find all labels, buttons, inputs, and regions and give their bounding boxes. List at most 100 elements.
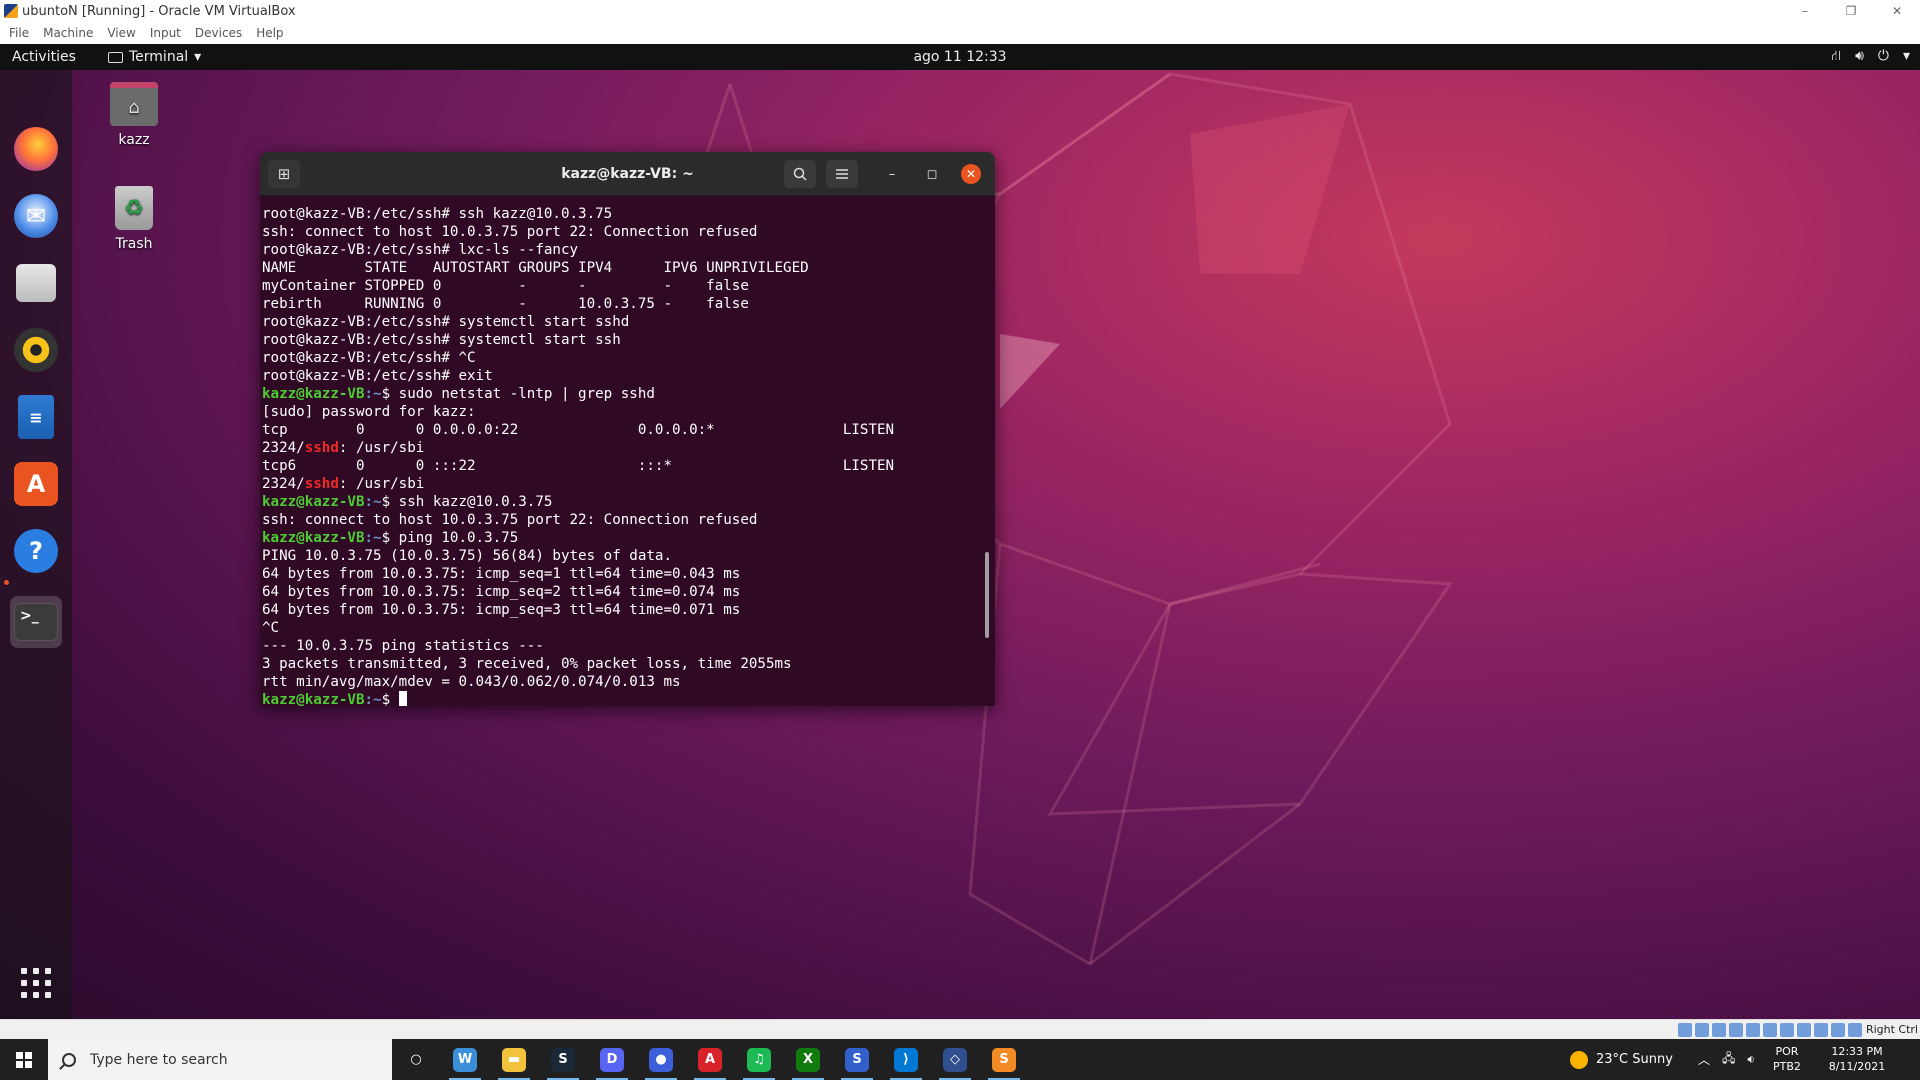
simplenote-icon: S (845, 1047, 869, 1072)
desktop-home-folder[interactable]: ⌂ kazz (94, 82, 174, 148)
terminal-line: kazz@kazz-VB:~$ (262, 691, 995, 706)
dock-firefox[interactable] (10, 123, 62, 175)
vm-screen[interactable]: Activities Terminal ▾ ago 11 12:33 ⛙ 🔊︎ … (0, 44, 1920, 1019)
terminal-icon: >_ (14, 603, 58, 641)
menu-view[interactable]: View (107, 26, 143, 40)
dock-help[interactable]: ? (10, 525, 62, 577)
taskbar-cortana[interactable]: ○ (392, 1039, 440, 1080)
taskbar-orb[interactable]: ● (637, 1039, 685, 1080)
terminal-line: tcp 0 0 0.0.0.0:22 0.0.0.0:* LISTEN (262, 422, 895, 438)
virtualbox-titlebar[interactable]: ubuntoN [Running] - Oracle VM VirtualBox… (0, 0, 1920, 22)
menu-devices[interactable]: Devices (195, 26, 250, 40)
terminal-line: 64 bytes from 10.0.3.75: icmp_seq=1 ttl=… (262, 566, 741, 582)
windows-tray[interactable]: ︿ 🖧︎ 🔉︎ (1698, 1039, 1755, 1080)
window-title: ubuntoN [Running] - Oracle VM VirtualBox (22, 3, 296, 19)
terminal-scrollbar[interactable] (985, 552, 989, 638)
terminal-headerbar[interactable]: ⊞ kazz@kazz-VB: ~ – ◻ ✕ (260, 152, 995, 196)
keyboard-layout: PTB2 (1773, 1060, 1801, 1073)
virtualbox-menubar: File Machine View Input Devices Help (0, 22, 1920, 44)
terminal-window[interactable]: ⊞ kazz@kazz-VB: ~ – ◻ ✕ root@kazz-VB:/et… (260, 152, 995, 706)
help-icon: ? (14, 529, 58, 573)
close-button[interactable]: ✕ (1874, 0, 1920, 22)
minimize-button[interactable]: – (1782, 0, 1828, 22)
dock-software[interactable]: A (10, 458, 62, 510)
taskbar-sublime[interactable]: S (980, 1039, 1028, 1080)
chevron-up-icon[interactable]: ︿ (1698, 1051, 1710, 1068)
show-applications-button[interactable] (21, 968, 51, 998)
taskbar-discord[interactable]: D (588, 1039, 636, 1080)
restore-button[interactable]: ❐ (1828, 0, 1874, 22)
command-text: $ ssh kazz@10.0.3.75 (381, 494, 553, 510)
text-cursor (398, 691, 407, 706)
dock: ✉ ≡ A ? >_ (0, 70, 72, 1019)
dock-writer[interactable]: ≡ (10, 391, 62, 443)
hamburger-icon (836, 169, 848, 179)
terminal-close-button[interactable]: ✕ (961, 164, 981, 184)
grep-match: sshd (304, 440, 339, 456)
dock-files[interactable] (10, 257, 62, 309)
menu-help[interactable]: Help (256, 26, 291, 40)
terminal-output[interactable]: root@kazz-VB:/etc/ssh# ssh kazz@10.0.3.7… (260, 196, 995, 706)
weather-widget[interactable]: 23°C Sunny (1570, 1039, 1673, 1080)
taskbar-spotify[interactable]: ♫ (735, 1039, 783, 1080)
terminal-line: myContainer STOPPED 0 - - - false (262, 278, 749, 294)
menu-file[interactable]: File (9, 26, 37, 40)
terminal-line: tcp6 0 0 :::22 :::* LISTEN (262, 458, 895, 474)
search-placeholder: Type here to search (90, 1051, 228, 1068)
command-text: $ sudo netstat -lntp | grep sshd (381, 386, 655, 402)
network-adapter-icon (1729, 1023, 1743, 1037)
terminal-minimize-button[interactable]: – (882, 164, 902, 184)
taskbar-search-box[interactable]: Type here to search (48, 1039, 392, 1080)
volume-icon[interactable]: 🔉︎ (1747, 1052, 1755, 1067)
taskbar-clock[interactable]: 12:33 PM 8/11/2021 (1820, 1044, 1894, 1074)
shared-folder-icon (1763, 1023, 1777, 1037)
sun-icon (1570, 1050, 1588, 1069)
taskbar-virtualbox[interactable]: ◇ (931, 1039, 979, 1080)
system-tray[interactable]: ⛙ 🔊︎ ⏻ ▾ (1831, 48, 1910, 66)
clock[interactable]: ago 11 12:33 (0, 49, 1920, 65)
new-tab-button[interactable]: ⊞ (268, 160, 300, 188)
taskbar-vscode[interactable]: ⟩ (882, 1039, 930, 1080)
device-status-icons[interactable] (1678, 1023, 1862, 1037)
xbox-icon: X (796, 1047, 820, 1072)
keyboard-icon (1848, 1023, 1862, 1037)
terminal-line: root@kazz-VB:/etc/ssh# systemctl start s… (262, 314, 630, 330)
terminal-line: root@kazz-VB:/etc/ssh# lxc-ls --fancy (262, 242, 579, 258)
taskbar-file-explorer[interactable]: ▬ (490, 1039, 538, 1080)
dock-thunderbird[interactable]: ✉ (10, 190, 62, 242)
taskbar-simplenote[interactable]: S (833, 1039, 881, 1080)
network-icon[interactable]: 🖧︎ (1722, 1049, 1735, 1070)
taskbar-xbox[interactable]: X (784, 1039, 832, 1080)
desktop-trash[interactable]: ♻ Trash (94, 186, 174, 252)
menu-input[interactable]: Input (150, 26, 189, 40)
taskbar-steam[interactable]: S (539, 1039, 587, 1080)
terminal-line: --- 10.0.3.75 ping statistics --- (262, 638, 544, 654)
terminal-line: 64 bytes from 10.0.3.75: icmp_seq=3 ttl=… (262, 602, 741, 618)
taskbar-winaero[interactable]: W (441, 1039, 489, 1080)
terminal-line: NAME STATE AUTOSTART GROUPS IPV4 IPV6 UN… (262, 260, 809, 276)
optical-drive-icon (1695, 1023, 1709, 1037)
prompt-path: :~ (364, 692, 382, 706)
search-button[interactable] (784, 160, 816, 188)
gnome-top-bar: Activities Terminal ▾ ago 11 12:33 ⛙ 🔊︎ … (0, 44, 1920, 70)
terminal-line: rebirth RUNNING 0 - 10.0.3.75 - false (262, 296, 749, 312)
menu-machine[interactable]: Machine (43, 26, 101, 40)
prompt-user: kazz@kazz-VB (262, 386, 365, 402)
terminal-line: 64 bytes from 10.0.3.75: icmp_seq=2 ttl=… (262, 584, 741, 600)
dock-rhythmbox[interactable] (10, 324, 62, 376)
language-indicator[interactable]: POR PTB2 (1773, 1044, 1801, 1074)
trash-label: Trash (115, 236, 153, 252)
taskbar-amd[interactable]: A (686, 1039, 734, 1080)
start-button[interactable] (0, 1039, 48, 1080)
virtualbox-statusbar: Right Ctrl (0, 1019, 1920, 1039)
terminal-maximize-button[interactable]: ◻ (922, 164, 942, 184)
dock-terminal[interactable]: >_ (10, 596, 62, 648)
running-indicator (4, 580, 9, 585)
mouse-integration-icon (1831, 1023, 1845, 1037)
grep-match: sshd (304, 476, 339, 492)
terminal-line: root@kazz-VB:/etc/ssh# exit (262, 368, 493, 384)
virtualbox-icon: ◇ (943, 1047, 967, 1072)
firefox-icon (14, 127, 58, 171)
volume-icon: 🔊︎ (1855, 48, 1864, 64)
hamburger-menu-button[interactable] (826, 160, 858, 188)
